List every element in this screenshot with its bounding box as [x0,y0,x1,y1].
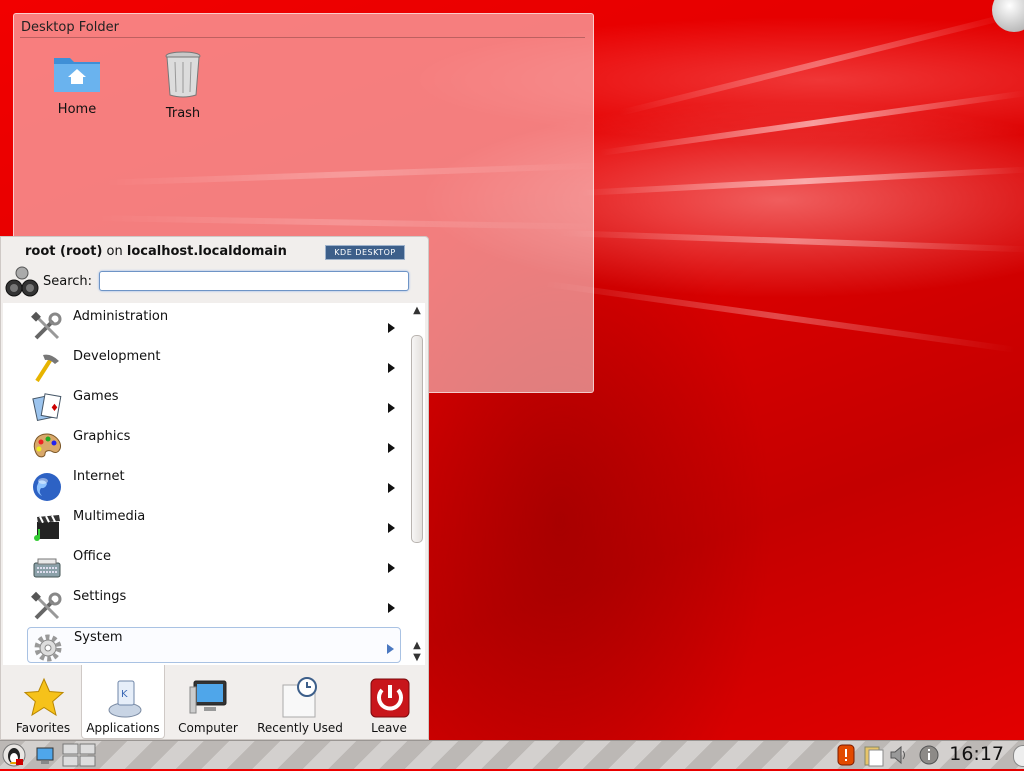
cards-icon: ♦ [32,393,62,422]
desktop-icon-home[interactable]: Home [37,50,117,117]
category-settings[interactable]: Settings [27,587,401,623]
tux-launcher-icon [2,743,26,767]
tab-label: Applications [86,721,160,735]
scroll-up-icon[interactable]: ▲ [412,641,422,651]
taskbar-clock[interactable]: 16:17 [949,743,1004,765]
menu-host-name: localhost.localdomain [126,244,287,259]
svg-text:K: K [121,689,128,700]
menu-user-name: root (root) [25,244,103,259]
globe-icon [33,473,61,501]
file-manager-launcher[interactable] [34,743,56,767]
desktop-icon-home-label: Home [57,102,97,117]
category-system[interactable]: System [27,627,401,663]
hammer-icon [35,354,59,383]
submenu-arrow-icon [388,603,395,613]
desktop-folder-divider [20,37,585,38]
pager-icon [62,743,96,767]
submenu-arrow-icon [387,644,394,654]
tab-label: Leave [371,721,407,735]
tools-icon [31,591,62,620]
tab-label: Favorites [15,721,71,735]
palette-icon [33,433,61,458]
menu-user-on: on [106,244,123,259]
binoculars-icon [5,266,39,297]
trash-icon [165,51,201,98]
alert-icon [837,744,855,766]
home-folder-icon [54,58,100,92]
scrollbar-thumb[interactable] [411,335,423,543]
category-administration[interactable]: Administration [27,307,401,343]
search-input[interactable] [99,271,409,291]
search-label: Search: [43,274,93,289]
category-scrollbar[interactable]: ▲ ▲ ▼ [409,303,425,665]
category-development[interactable]: Development [27,347,401,383]
update-notifier[interactable] [836,743,856,767]
submenu-arrow-icon [388,483,395,493]
menu-user-info: root (root) on localhost.localdomain [25,244,287,259]
svg-text:♦: ♦ [50,403,59,414]
category-label: Games [73,389,119,404]
category-internet[interactable]: Internet [27,467,401,503]
category-label: Multimedia [73,509,146,524]
taskbar: 16:17 [0,740,1024,769]
scroll-down-icon[interactable]: ▼ [412,653,422,663]
corner-widget-icon[interactable] [992,0,1024,32]
tab-applications[interactable]: K Applications [81,665,165,739]
desktop-icon-trash-label: Trash [165,106,201,121]
applications-icon: K [108,680,142,718]
star-icon [23,677,65,717]
info-icon [919,745,939,765]
scroll-up-icon[interactable]: ▲ [412,306,422,316]
category-label: Settings [73,589,127,604]
clipboard-icon [864,746,884,767]
tab-leave[interactable]: Leave [347,665,431,739]
desktop-pager[interactable] [62,743,96,767]
clock-document-icon [282,677,317,718]
submenu-arrow-icon [388,323,395,333]
volume-tray[interactable] [888,743,910,767]
category-label: Graphics [73,429,131,444]
clapperboard-icon [34,515,60,541]
submenu-arrow-icon [388,443,395,453]
computer-icon [36,747,54,764]
notifications-tray[interactable] [918,743,940,767]
speaker-icon [890,745,905,765]
submenu-arrow-icon [388,563,395,573]
tab-computer[interactable]: Computer [166,665,250,739]
category-label: Internet [73,469,125,484]
category-multimedia[interactable]: Multimedia [27,507,401,543]
desktop-folder-title: Desktop Folder [21,20,119,35]
tab-favorites[interactable]: Favorites [1,665,85,739]
category-list: Administration Development ♦ Games Graph… [3,303,425,665]
category-games[interactable]: ♦ Games [27,387,401,423]
menu-search-row: Search: [5,266,409,298]
menu-tab-bar: Favorites K Applications Computer Recent… [1,665,428,739]
application-launcher-menu: root (root) on localhost.localdomain KDE… [0,236,429,740]
computer-icon [189,680,227,714]
submenu-arrow-icon [388,363,395,373]
tab-label: Computer [178,721,238,735]
clipboard-tray[interactable] [862,743,884,767]
tab-recently-used[interactable]: Recently Used [251,665,349,739]
application-launcher-button[interactable] [2,743,26,767]
power-icon [370,678,410,718]
category-office[interactable]: Office [27,547,401,583]
gear-icon [34,634,62,662]
kde-desktop-logo: KDE DESKTOP [325,245,405,260]
tab-label: Recently Used [257,721,343,735]
category-label: Office [73,549,111,564]
submenu-arrow-icon [388,403,395,413]
taskbar-corner-icon[interactable] [1013,745,1024,767]
category-label: Development [73,349,161,364]
tools-icon [31,311,62,340]
desktop-icon-trash[interactable]: Trash [143,50,223,121]
typewriter-icon [33,558,61,578]
category-label: Administration [73,309,169,324]
category-label: System [74,630,123,645]
category-graphics[interactable]: Graphics [27,427,401,463]
submenu-arrow-icon [388,523,395,533]
